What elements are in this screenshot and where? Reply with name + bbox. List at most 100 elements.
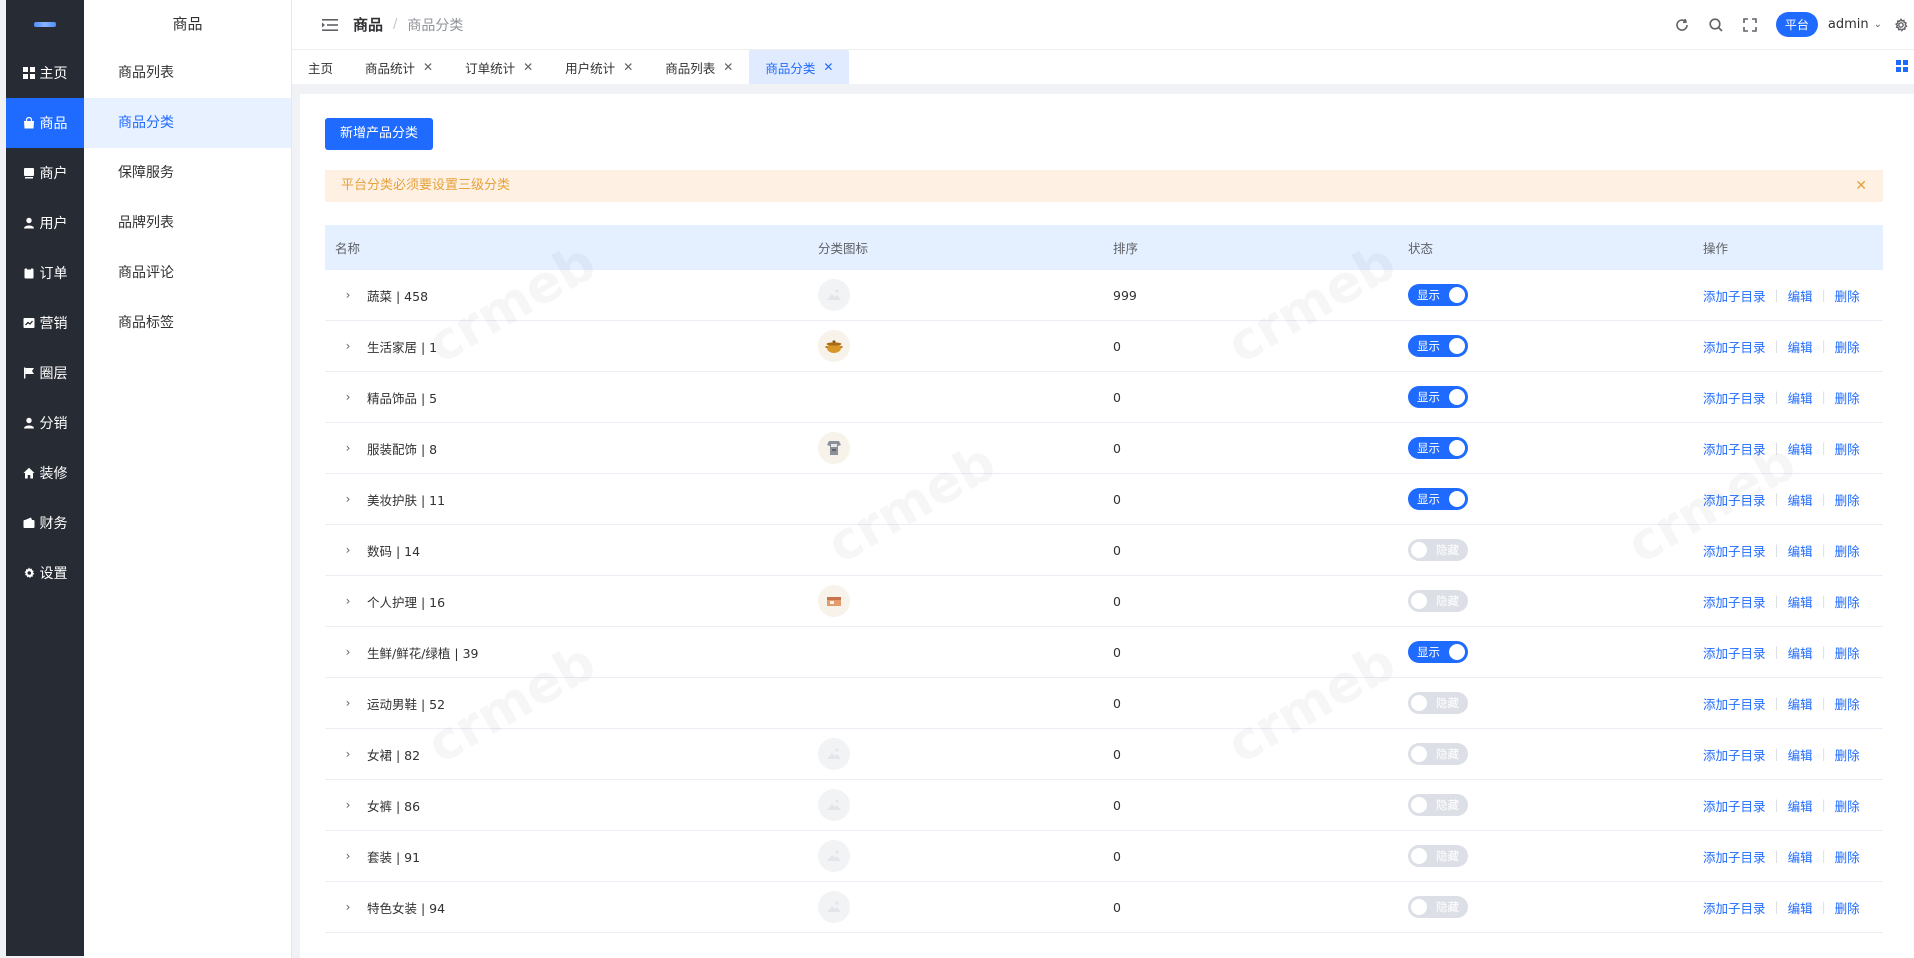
image-placeholder-icon[interactable] (818, 891, 850, 923)
rail-item-1[interactable]: 商品 (6, 98, 84, 148)
tab-close-icon[interactable]: ✕ (623, 60, 633, 74)
tab-2[interactable]: 订单统计 ✕ (449, 50, 549, 84)
image-placeholder-icon[interactable] (818, 279, 850, 311)
status-toggle[interactable]: 显示 (1408, 437, 1468, 459)
delete-link[interactable]: 删除 (1835, 439, 1860, 458)
chevron-right-icon[interactable]: › (341, 696, 355, 710)
edit-link[interactable]: 编辑 (1788, 745, 1813, 764)
chevron-right-icon[interactable]: › (341, 390, 355, 404)
chevron-down-icon[interactable]: ⌄ (1874, 19, 1882, 30)
chevron-right-icon[interactable]: › (341, 849, 355, 863)
tab-1[interactable]: 商品统计 ✕ (349, 50, 449, 84)
delete-link[interactable]: 删除 (1835, 541, 1860, 560)
add-child-link[interactable]: 添加子目录 (1703, 694, 1766, 713)
search-icon[interactable] (1708, 17, 1724, 33)
add-child-link[interactable]: 添加子目录 (1703, 439, 1766, 458)
delete-link[interactable]: 删除 (1835, 286, 1860, 305)
add-category-button[interactable]: 新增产品分类 (325, 118, 434, 150)
chevron-right-icon[interactable]: › (341, 798, 355, 812)
submenu-item-3[interactable]: 品牌列表 (84, 198, 291, 248)
status-toggle[interactable]: 隐藏 (1408, 692, 1468, 714)
chevron-right-icon[interactable]: › (341, 543, 355, 557)
status-toggle[interactable]: 显示 (1408, 488, 1468, 510)
tab-4[interactable]: 商品列表 ✕ (649, 50, 749, 84)
category-thumbnail[interactable] (818, 432, 850, 464)
status-toggle[interactable]: 隐藏 (1408, 539, 1468, 561)
image-placeholder-icon[interactable] (818, 840, 850, 872)
delete-link[interactable]: 删除 (1835, 337, 1860, 356)
add-child-link[interactable]: 添加子目录 (1703, 286, 1766, 305)
image-placeholder-icon[interactable] (818, 789, 850, 821)
status-toggle[interactable]: 隐藏 (1408, 845, 1468, 867)
delete-link[interactable]: 删除 (1835, 490, 1860, 509)
edit-link[interactable]: 编辑 (1788, 847, 1813, 866)
status-toggle[interactable]: 显示 (1408, 284, 1468, 306)
status-toggle[interactable]: 显示 (1408, 335, 1468, 357)
category-thumbnail[interactable] (818, 585, 850, 617)
edit-link[interactable]: 编辑 (1788, 694, 1813, 713)
settings-gear-icon[interactable] (1894, 17, 1908, 32)
status-toggle[interactable]: 显示 (1408, 386, 1468, 408)
add-child-link[interactable]: 添加子目录 (1703, 388, 1766, 407)
tab-3[interactable]: 用户统计 ✕ (549, 50, 649, 84)
edit-link[interactable]: 编辑 (1788, 898, 1813, 917)
delete-link[interactable]: 删除 (1835, 643, 1860, 662)
rail-item-10[interactable]: 设置 (6, 548, 84, 598)
fullscreen-icon[interactable] (1742, 17, 1758, 33)
add-child-link[interactable]: 添加子目录 (1703, 847, 1766, 866)
rail-item-9[interactable]: 财务 (6, 498, 84, 548)
chevron-right-icon[interactable]: › (341, 441, 355, 455)
rail-item-6[interactable]: 圈层 (6, 348, 84, 398)
edit-link[interactable]: 编辑 (1788, 592, 1813, 611)
rail-item-0[interactable]: 主页 (6, 48, 84, 98)
delete-link[interactable]: 删除 (1835, 745, 1860, 764)
chevron-right-icon[interactable]: › (341, 900, 355, 914)
edit-link[interactable]: 编辑 (1788, 643, 1813, 662)
chevron-right-icon[interactable]: › (341, 747, 355, 761)
rail-item-4[interactable]: 订单 (6, 248, 84, 298)
status-toggle[interactable]: 隐藏 (1408, 794, 1468, 816)
chevron-right-icon[interactable]: › (341, 339, 355, 353)
add-child-link[interactable]: 添加子目录 (1703, 592, 1766, 611)
tab-0[interactable]: 主页 (292, 50, 349, 84)
status-toggle[interactable]: 隐藏 (1408, 590, 1468, 612)
add-child-link[interactable]: 添加子目录 (1703, 643, 1766, 662)
tab-close-icon[interactable]: ✕ (723, 60, 733, 74)
delete-link[interactable]: 删除 (1835, 388, 1860, 407)
status-toggle[interactable]: 隐藏 (1408, 743, 1468, 765)
user-menu[interactable]: admin (1828, 17, 1869, 32)
chevron-right-icon[interactable]: › (341, 645, 355, 659)
category-thumbnail[interactable] (818, 330, 850, 362)
chevron-right-icon[interactable]: › (341, 288, 355, 302)
delete-link[interactable]: 删除 (1835, 694, 1860, 713)
rail-item-3[interactable]: 用户 (6, 198, 84, 248)
add-child-link[interactable]: 添加子目录 (1703, 745, 1766, 764)
tab-close-icon[interactable]: ✕ (423, 60, 433, 74)
breadcrumb-root[interactable]: 商品 (353, 14, 383, 35)
edit-link[interactable]: 编辑 (1788, 337, 1813, 356)
tabs-menu-icon[interactable] (1896, 60, 1908, 72)
refresh-icon[interactable] (1674, 17, 1690, 33)
delete-link[interactable]: 删除 (1835, 847, 1860, 866)
rail-item-5[interactable]: 营销 (6, 298, 84, 348)
submenu-item-5[interactable]: 商品标签 (84, 298, 291, 348)
rail-item-2[interactable]: 商户 (6, 148, 84, 198)
edit-link[interactable]: 编辑 (1788, 796, 1813, 815)
submenu-item-1[interactable]: 商品分类 (84, 98, 291, 148)
edit-link[interactable]: 编辑 (1788, 541, 1813, 560)
menu-toggle-icon[interactable] (322, 18, 338, 32)
add-child-link[interactable]: 添加子目录 (1703, 796, 1766, 815)
rail-item-7[interactable]: 分销 (6, 398, 84, 448)
delete-link[interactable]: 删除 (1835, 592, 1860, 611)
submenu-item-0[interactable]: 商品列表 (84, 48, 291, 98)
add-child-link[interactable]: 添加子目录 (1703, 541, 1766, 560)
tab-5[interactable]: 商品分类 ✕ (749, 50, 850, 84)
tab-close-icon[interactable]: ✕ (523, 60, 533, 74)
status-toggle[interactable]: 隐藏 (1408, 896, 1468, 918)
rail-item-8[interactable]: 装修 (6, 448, 84, 498)
platform-badge[interactable]: 平台 (1775, 12, 1818, 37)
image-placeholder-icon[interactable] (818, 738, 850, 770)
chevron-right-icon[interactable]: › (341, 492, 355, 506)
add-child-link[interactable]: 添加子目录 (1703, 898, 1766, 917)
submenu-item-2[interactable]: 保障服务 (84, 148, 291, 198)
